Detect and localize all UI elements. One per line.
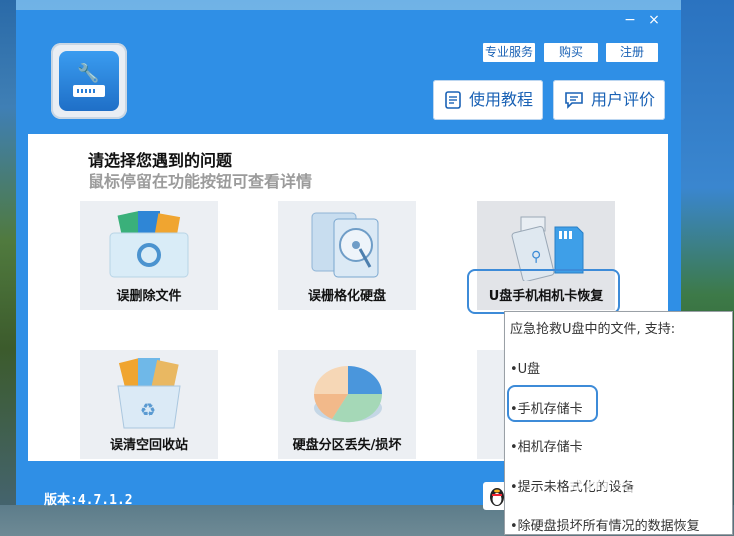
user-review-button[interactable]: 用户评价 (553, 80, 665, 120)
user-review-label: 用户评价 (590, 90, 655, 109)
svg-text:⚲: ⚲ (531, 249, 541, 265)
app-logo: 🔧 (51, 43, 127, 119)
tile-emptied-recycle-bin-label: 误清空回收站 (109, 438, 188, 453)
tile-partition-lost-label: 硬盘分区丢失/损坏 (292, 438, 402, 453)
pie-partition-icon (313, 366, 383, 423)
tile-label-highlight (467, 269, 620, 314)
chat-bubble-icon (565, 92, 583, 109)
tile-emptied-recycle-bin[interactable]: ♻ 误清空回收站 (80, 350, 218, 459)
tile-deleted-files[interactable]: 误删除文件 (80, 201, 218, 310)
drive-wrench-icon: 🔧 (59, 51, 119, 111)
tooltip-item: •相机存储卡 (510, 440, 583, 455)
version-label: 版本:4.7.1.2 (44, 493, 133, 508)
svg-text:♻: ♻ (140, 400, 156, 421)
tooltip-item: •除硬盘损坏所有情况的数据恢复 (510, 519, 700, 534)
recycle-bin-icon: ♻ (117, 358, 181, 429)
recovery-tooltip: 应急抢救U盘中的文件, 支持: •U盘 •手机存储卡 •相机存储卡 •提示未格式… (504, 311, 733, 535)
desktop-background-left (0, 0, 16, 536)
tile-formatted-disk[interactable]: 误栅格化硬盘 (278, 201, 416, 310)
minimize-button[interactable]: − (620, 12, 640, 28)
folder-files-icon (109, 210, 189, 278)
tile-formatted-disk-label: 误栅格化硬盘 (307, 289, 386, 304)
tooltip-header: 应急抢救U盘中的文件, 支持: (510, 322, 676, 337)
tooltip-item-highlight (507, 385, 598, 422)
close-button[interactable]: × (644, 12, 664, 28)
hard-disk-icon (311, 212, 379, 278)
buy-link[interactable]: 购买 (544, 43, 598, 62)
tile-deleted-files-label: 误删除文件 (116, 289, 182, 304)
tooltip-item: •U盘 (510, 362, 541, 377)
prompt-subtitle: 鼠标停留在功能按钮可查看详情 (88, 172, 313, 191)
tutorial-label: 使用教程 (468, 90, 533, 109)
register-link[interactable]: 注册 (606, 43, 658, 62)
baidu-watermark: Bai 经验 (567, 468, 667, 496)
tutorial-button[interactable]: 使用教程 (433, 80, 543, 120)
tile-partition-lost[interactable]: 硬盘分区丢失/损坏 (278, 350, 416, 459)
document-icon (445, 91, 461, 109)
professional-service-link[interactable]: 专业服务 (483, 43, 535, 62)
